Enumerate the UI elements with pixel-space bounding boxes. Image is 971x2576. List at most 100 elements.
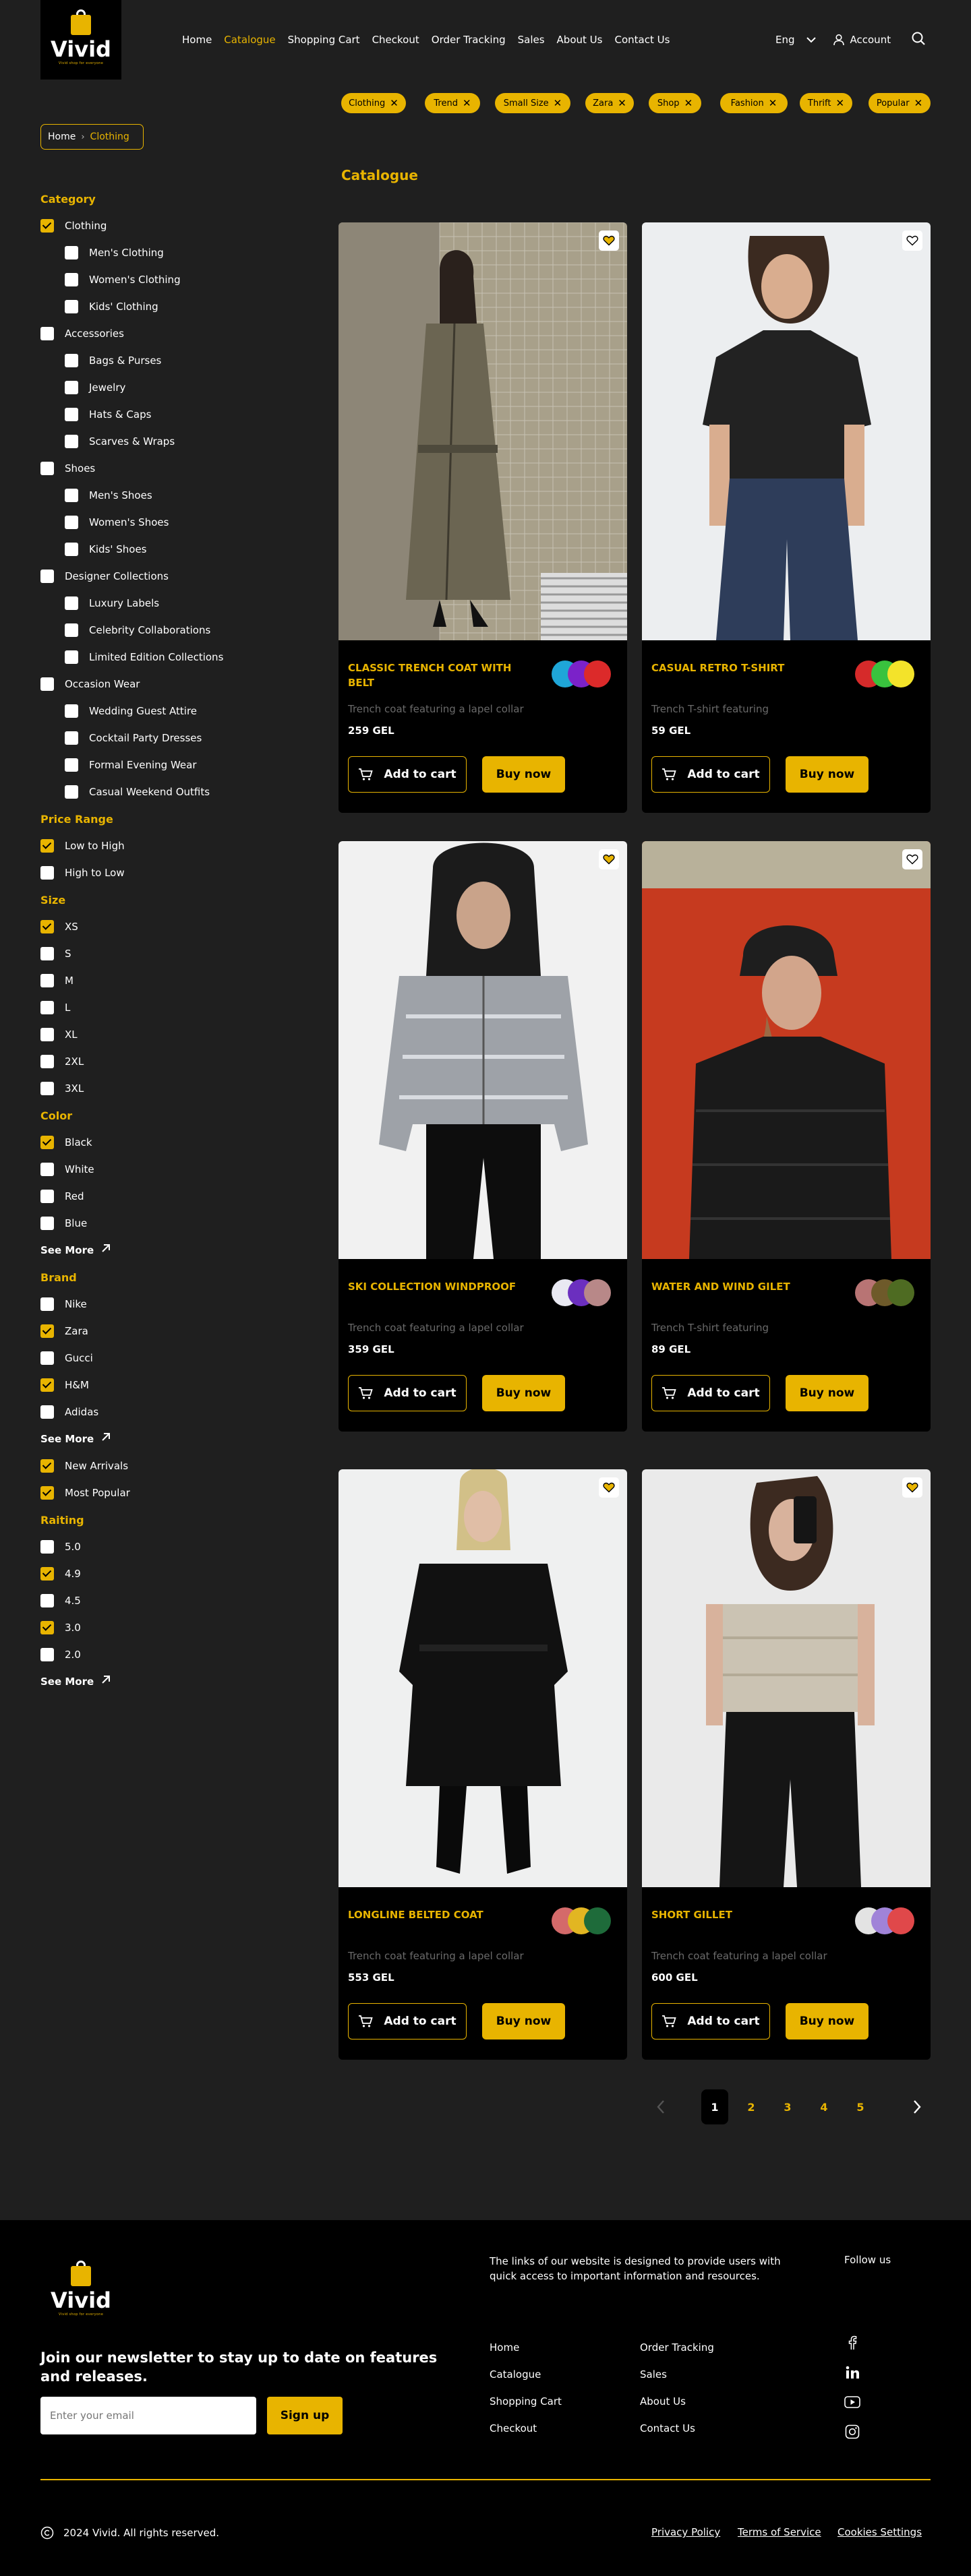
product-card[interactable]: Short Gillet Trench coat featuring a lape…: [642, 1469, 931, 2060]
product-title[interactable]: Water and wind gilet: [651, 1279, 833, 1294]
footer-link-order-tracking[interactable]: Order Tracking: [640, 2341, 714, 2354]
filter-rating-4-5[interactable]: 4.5: [40, 1593, 310, 1620]
product-title[interactable]: Longline Belted Coat: [348, 1907, 530, 1922]
buy-now-button[interactable]: Buy now: [786, 756, 869, 793]
filter-color-white[interactable]: White: [40, 1162, 310, 1189]
add-to-cart-button[interactable]: Add to cart: [651, 756, 770, 793]
checkbox[interactable]: [40, 1217, 54, 1230]
filter-color-blue[interactable]: Blue: [40, 1216, 310, 1243]
filter-category-hats-and-caps[interactable]: Hats & Caps: [40, 407, 310, 434]
checkbox[interactable]: [40, 219, 54, 233]
checkbox[interactable]: [40, 1567, 54, 1581]
product-card[interactable]: Water and wind gilet Trench T-shirt featu…: [642, 841, 931, 1432]
breadcrumb-home[interactable]: Home: [48, 131, 76, 142]
close-icon[interactable]: ✕: [769, 98, 777, 109]
checkbox[interactable]: [40, 677, 54, 691]
product-card[interactable]: Casual Retro T-Shirt Trench T-shirt featu…: [642, 222, 931, 813]
checkbox[interactable]: [65, 596, 78, 610]
add-to-cart-button[interactable]: Add to cart: [651, 1375, 770, 1411]
checkbox[interactable]: [40, 1324, 54, 1338]
color-swatch[interactable]: [584, 661, 611, 687]
add-to-cart-button[interactable]: Add to cart: [348, 2003, 467, 2040]
checkbox[interactable]: [40, 866, 54, 880]
checkbox[interactable]: [40, 1082, 54, 1095]
product-title[interactable]: Classic Trench Coat with Belt: [348, 661, 530, 690]
nav-checkout[interactable]: Checkout: [372, 34, 419, 46]
page-5-button[interactable]: 5: [847, 2089, 874, 2124]
footer-link-about-us[interactable]: About Us: [640, 2395, 686, 2408]
buy-now-button[interactable]: Buy now: [786, 1375, 869, 1411]
close-icon[interactable]: ✕: [463, 98, 471, 109]
facebook-icon[interactable]: [844, 2335, 860, 2351]
checkbox[interactable]: [65, 704, 78, 718]
filter-brand-adidas[interactable]: Adidas: [40, 1405, 310, 1432]
page-2-button[interactable]: 2: [738, 2089, 765, 2124]
heart-filled-icon[interactable]: [902, 1477, 922, 1498]
instagram-icon[interactable]: [844, 2424, 860, 2440]
product-title[interactable]: Casual Retro T-Shirt: [651, 661, 833, 675]
footer-link-catalogue[interactable]: Catalogue: [490, 2368, 541, 2381]
footer-link-sales[interactable]: Sales: [640, 2368, 667, 2381]
filter-rating-3-0[interactable]: 3.0: [40, 1620, 310, 1647]
checkbox[interactable]: [40, 1621, 54, 1634]
see-more-ratings-button[interactable]: See More: [40, 1674, 310, 1701]
add-to-cart-button[interactable]: Add to cart: [348, 1375, 467, 1411]
tag-fashion[interactable]: Fashion ✕: [720, 93, 788, 113]
youtube-icon[interactable]: [844, 2394, 860, 2410]
filter-category-scarves-and-wraps[interactable]: Scarves & Wraps: [40, 434, 310, 461]
product-image[interactable]: [642, 841, 931, 1259]
footer-link-home[interactable]: Home: [490, 2341, 519, 2354]
nav-order-tracking[interactable]: Order Tracking: [432, 34, 506, 46]
filter-size-l[interactable]: L: [40, 1000, 310, 1027]
filter-category-accessories[interactable]: Accessories: [40, 326, 310, 353]
product-card[interactable]: Longline Belted Coat Trench coat featurin…: [339, 1469, 627, 2060]
checkbox[interactable]: [65, 785, 78, 799]
filter-brand-gucci[interactable]: Gucci: [40, 1351, 310, 1378]
filter-category-celebrity-collaborations[interactable]: Celebrity Collaborations: [40, 623, 310, 650]
color-swatch[interactable]: [887, 1907, 914, 1934]
checkbox[interactable]: [40, 327, 54, 340]
email-field[interactable]: [40, 2397, 256, 2434]
search-button[interactable]: [911, 31, 926, 49]
breadcrumb-current[interactable]: Clothing: [90, 131, 129, 142]
checkbox[interactable]: [40, 1405, 54, 1419]
tag-small-size[interactable]: Small Size ✕: [495, 93, 570, 113]
filter-color-red[interactable]: Red: [40, 1189, 310, 1216]
checkbox[interactable]: [40, 947, 54, 960]
heart-icon[interactable]: [902, 849, 922, 869]
filter-price-low-to-high[interactable]: Low to High: [40, 838, 310, 865]
filter-category-limited-edition-collections[interactable]: Limited Edition Collections: [40, 650, 310, 677]
page-3-button[interactable]: 3: [774, 2089, 801, 2124]
filter-brand-handm[interactable]: H&M: [40, 1378, 310, 1405]
filter-category-men-s-shoes[interactable]: Men's Shoes: [40, 488, 310, 515]
product-title[interactable]: Short Gillet: [651, 1907, 833, 1922]
color-swatch[interactable]: [584, 1907, 611, 1934]
filter-category-casual-weekend-outfits[interactable]: Casual Weekend Outfits: [40, 785, 310, 811]
tag-popular[interactable]: Popular ✕: [869, 93, 931, 113]
filter-rating-2-0[interactable]: 2.0: [40, 1647, 310, 1674]
nav-sales[interactable]: Sales: [518, 34, 545, 46]
checkbox[interactable]: [65, 731, 78, 745]
heart-filled-icon[interactable]: [599, 231, 619, 251]
account-button[interactable]: Account: [833, 34, 891, 46]
tag-clothing[interactable]: Clothing ✕: [341, 93, 406, 113]
product-image[interactable]: [339, 1469, 627, 1887]
cookies-settings-link[interactable]: Cookies Settings: [837, 2526, 922, 2538]
color-swatch[interactable]: [887, 1279, 914, 1306]
filter-color-black[interactable]: Black: [40, 1135, 310, 1162]
add-to-cart-button[interactable]: Add to cart: [651, 2003, 770, 2040]
filter-category-women-s-shoes[interactable]: Women's Shoes: [40, 515, 310, 542]
checkbox[interactable]: [65, 435, 78, 448]
signup-button[interactable]: Sign up: [267, 2397, 343, 2434]
checkbox[interactable]: [65, 354, 78, 367]
footer-link-shopping-cart[interactable]: Shopping Cart: [490, 2395, 562, 2408]
checkbox[interactable]: [40, 1190, 54, 1203]
close-icon[interactable]: ✕: [390, 98, 399, 109]
filter-size-s[interactable]: S: [40, 946, 310, 973]
checkbox[interactable]: [40, 462, 54, 475]
see-more-brands-button[interactable]: See More: [40, 1432, 310, 1459]
buy-now-button[interactable]: Buy now: [482, 1375, 565, 1411]
buy-now-button[interactable]: Buy now: [482, 2003, 565, 2040]
page-1-button[interactable]: 1: [701, 2089, 728, 2124]
filter-category-clothing[interactable]: Clothing: [40, 218, 310, 245]
